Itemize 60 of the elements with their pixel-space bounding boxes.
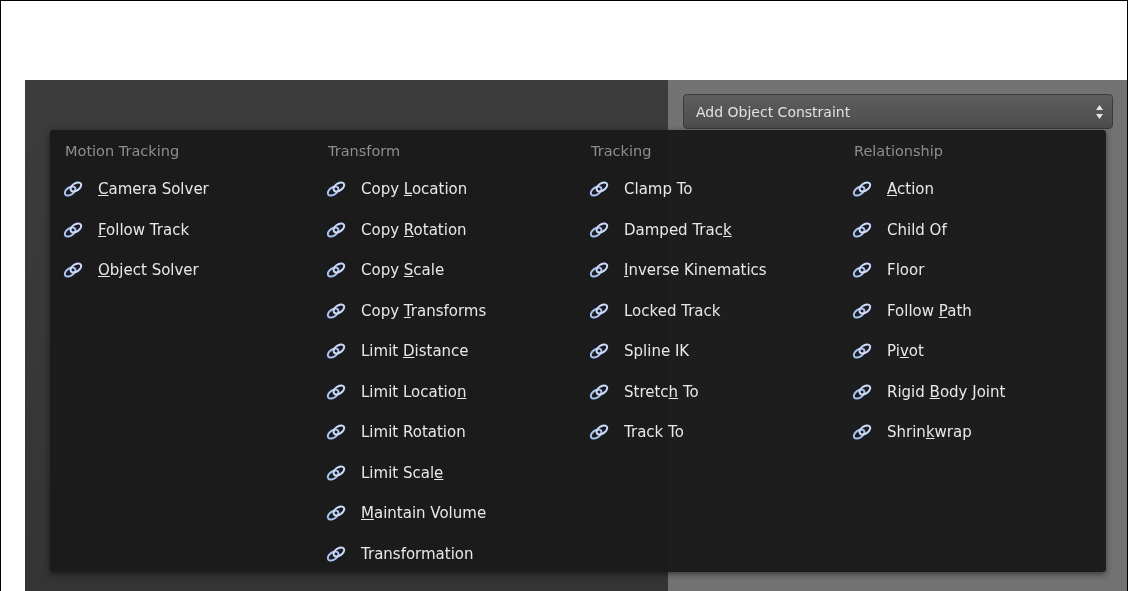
constraint-menu-item[interactable]: Stretch To [588,371,699,412]
chain-link-icon [588,301,610,320]
chain-link-icon [851,423,873,442]
constraint-menu-item[interactable]: Maintain Volume [325,493,487,534]
chain-link-icon [325,301,347,320]
constraint-menu-item[interactable]: Transformation [325,533,474,574]
category-heading: Relationship [853,142,944,161]
chain-link-icon [325,342,347,361]
chain-link-icon [325,220,347,239]
constraint-menu-item[interactable]: Follow Track [62,209,190,250]
chain-link-icon [325,544,347,563]
chain-link-icon [325,504,347,523]
chain-link-icon [588,180,610,199]
constraint-menu-item[interactable]: Rigid Body Joint [851,371,1006,412]
chain-link-icon [851,382,873,401]
category-heading: Transform [327,142,402,161]
constraint-menu-item[interactable]: Limit Rotation [325,412,466,453]
constraint-menu-item[interactable]: Locked Track [588,290,721,331]
constraint-menu-item[interactable]: Limit Distance [325,331,469,372]
chain-link-icon [325,423,347,442]
chain-link-icon [588,342,610,361]
constraint-menu-item[interactable]: Action [851,169,934,210]
chain-link-icon [325,261,347,280]
chain-link-icon [851,301,873,320]
constraint-menu-item[interactable]: Shrinkwrap [851,412,972,453]
constraint-menu-item[interactable]: Copy Scale [325,250,445,291]
constraint-menu-item[interactable]: Clamp To [588,169,693,210]
updown-arrows-icon [1095,103,1104,120]
constraint-menu-item[interactable]: Limit Location [325,371,467,412]
chain-link-icon [62,261,84,280]
constraint-menu-item[interactable]: Spline IK [588,331,690,372]
chain-link-icon [851,220,873,239]
category-heading: Motion Tracking [64,142,181,161]
chain-link-icon [325,382,347,401]
chain-link-icon [588,423,610,442]
chain-link-icon [325,180,347,199]
constraint-menu-item[interactable]: Object Solver [62,250,199,291]
constraint-menu-item[interactable]: Track To [588,412,684,453]
constraint-menu-item[interactable]: Floor [851,250,925,291]
chain-link-icon [588,261,610,280]
constraint-menu-item[interactable]: Damped Track [588,209,732,250]
constraint-menu-item[interactable]: Camera Solver [62,169,209,210]
constraint-menu-item[interactable]: Copy Transforms [325,290,487,331]
constraint-menu-item[interactable]: Inverse Kinematics [588,250,767,291]
constraint-menu-item[interactable]: Follow Path [851,290,972,331]
chain-link-icon [588,382,610,401]
add-constraint-dropdown[interactable]: Add Object Constraint [683,94,1113,129]
constraint-menu-item[interactable]: Pivot [851,331,924,372]
chain-link-icon [851,180,873,199]
constraint-menu-item[interactable]: Copy Location [325,169,468,210]
chain-link-icon [62,180,84,199]
constraint-menu-item[interactable]: Copy Rotation [325,209,467,250]
chain-link-icon [325,463,347,482]
chain-link-icon [851,261,873,280]
chain-link-icon [851,342,873,361]
constraint-menu-item[interactable]: Limit Scale [325,452,444,493]
constraint-menu-item[interactable]: Child Of [851,209,947,250]
category-heading: Tracking [590,142,653,161]
chain-link-icon [588,220,610,239]
chain-link-icon [62,220,84,239]
